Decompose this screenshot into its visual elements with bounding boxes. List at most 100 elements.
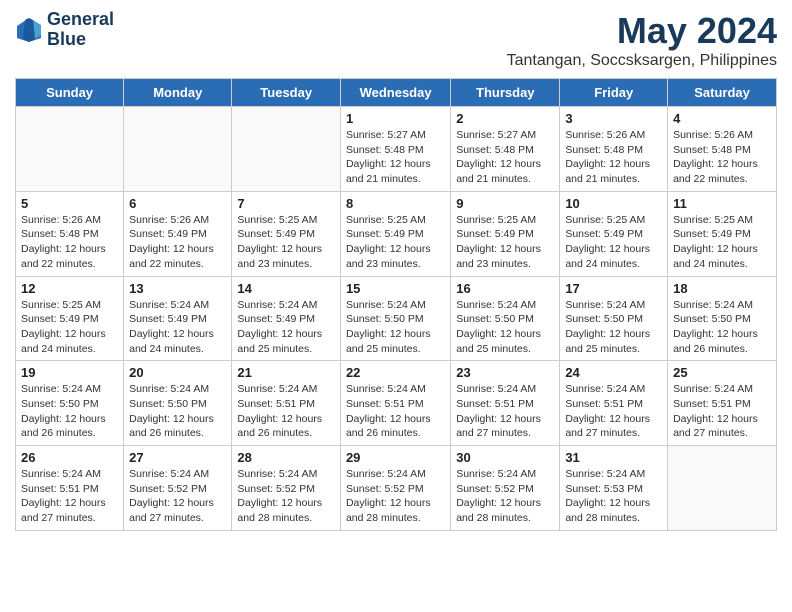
day-header-sunday: Sunday <box>16 79 124 107</box>
day-info: Sunrise: 5:24 AM Sunset: 5:50 PM Dayligh… <box>456 298 554 357</box>
day-info: Sunrise: 5:25 AM Sunset: 5:49 PM Dayligh… <box>673 213 771 272</box>
calendar-cell: 3 Sunrise: 5:26 AM Sunset: 5:48 PM Daylig… <box>560 107 668 192</box>
day-number: 29 <box>346 450 445 465</box>
day-info: Sunrise: 5:24 AM Sunset: 5:51 PM Dayligh… <box>565 382 662 441</box>
week-row-3: 12 Sunrise: 5:25 AM Sunset: 5:49 PM Dayli… <box>16 276 777 361</box>
week-row-5: 26 Sunrise: 5:24 AM Sunset: 5:51 PM Dayli… <box>16 446 777 531</box>
day-number: 24 <box>565 365 662 380</box>
day-info: Sunrise: 5:24 AM Sunset: 5:52 PM Dayligh… <box>237 467 335 526</box>
day-number: 1 <box>346 111 445 126</box>
title-section: May 2024 Tantangan, Soccsksargen, Philip… <box>507 10 777 70</box>
calendar-cell: 30Sunrise: 5:24 AM Sunset: 5:52 PM Dayli… <box>451 446 560 531</box>
day-number: 11 <box>673 196 771 211</box>
day-number: 6 <box>129 196 226 211</box>
day-info: Sunrise: 5:25 AM Sunset: 5:49 PM Dayligh… <box>346 213 445 272</box>
calendar-table: SundayMondayTuesdayWednesdayThursdayFrid… <box>15 78 777 531</box>
week-row-2: 5Sunrise: 5:26 AM Sunset: 5:48 PM Daylig… <box>16 191 777 276</box>
calendar-cell <box>232 107 341 192</box>
day-info: Sunrise: 5:27 AM Sunset: 5:48 PM Dayligh… <box>456 128 554 187</box>
day-number: 3 <box>565 111 662 126</box>
logo-line2: Blue <box>47 30 114 50</box>
calendar-cell <box>668 446 777 531</box>
day-info: Sunrise: 5:24 AM Sunset: 5:51 PM Dayligh… <box>237 382 335 441</box>
day-number: 14 <box>237 281 335 296</box>
calendar-cell: 19 Sunrise: 5:24 AM Sunset: 5:50 PM Dayli… <box>16 361 124 446</box>
day-info: Sunrise: 5:24 AM Sunset: 5:50 PM Dayligh… <box>565 298 662 357</box>
calendar-cell: 8Sunrise: 5:25 AM Sunset: 5:49 PM Daylig… <box>340 191 450 276</box>
day-info: Sunrise: 5:24 AM Sunset: 5:52 PM Dayligh… <box>456 467 554 526</box>
day-header-wednesday: Wednesday <box>340 79 450 107</box>
day-number: 21 <box>237 365 335 380</box>
calendar-cell: 16Sunrise: 5:24 AM Sunset: 5:50 PM Dayli… <box>451 276 560 361</box>
calendar-cell: 22 Sunrise: 5:24 AM Sunset: 5:51 PM Dayli… <box>340 361 450 446</box>
day-info: Sunrise: 5:24 AM Sunset: 5:50 PM Dayligh… <box>346 298 445 357</box>
calendar-cell: 20Sunrise: 5:24 AM Sunset: 5:50 PM Dayli… <box>124 361 232 446</box>
day-header-thursday: Thursday <box>451 79 560 107</box>
calendar-cell: 13 Sunrise: 5:24 AM Sunset: 5:49 PM Dayli… <box>124 276 232 361</box>
day-number: 22 <box>346 365 445 380</box>
calendar-cell: 21 Sunrise: 5:24 AM Sunset: 5:51 PM Dayli… <box>232 361 341 446</box>
calendar-cell: 24 Sunrise: 5:24 AM Sunset: 5:51 PM Dayli… <box>560 361 668 446</box>
day-number: 27 <box>129 450 226 465</box>
calendar-cell: 18 Sunrise: 5:24 AM Sunset: 5:50 PM Dayli… <box>668 276 777 361</box>
page: General Blue May 2024 Tantangan, Soccsks… <box>0 0 792 546</box>
logo: General Blue <box>15 10 114 50</box>
day-number: 18 <box>673 281 771 296</box>
day-number: 25 <box>673 365 771 380</box>
day-info: Sunrise: 5:25 AM Sunset: 5:49 PM Dayligh… <box>565 213 662 272</box>
day-number: 31 <box>565 450 662 465</box>
calendar-cell: 10 Sunrise: 5:25 AM Sunset: 5:49 PM Dayli… <box>560 191 668 276</box>
day-info: Sunrise: 5:24 AM Sunset: 5:49 PM Dayligh… <box>129 298 226 357</box>
calendar-cell: 4 Sunrise: 5:26 AM Sunset: 5:48 PM Daylig… <box>668 107 777 192</box>
day-number: 28 <box>237 450 335 465</box>
day-number: 7 <box>237 196 335 211</box>
calendar-cell: 2 Sunrise: 5:27 AM Sunset: 5:48 PM Daylig… <box>451 107 560 192</box>
calendar-cell: 26 Sunrise: 5:24 AM Sunset: 5:51 PM Dayli… <box>16 446 124 531</box>
calendar-cell: 17 Sunrise: 5:24 AM Sunset: 5:50 PM Dayli… <box>560 276 668 361</box>
day-number: 15 <box>346 281 445 296</box>
day-info: Sunrise: 5:24 AM Sunset: 5:52 PM Dayligh… <box>129 467 226 526</box>
day-info: Sunrise: 5:24 AM Sunset: 5:49 PM Dayligh… <box>237 298 335 357</box>
calendar-cell: 15 Sunrise: 5:24 AM Sunset: 5:50 PM Dayli… <box>340 276 450 361</box>
calendar-cell: 31 Sunrise: 5:24 AM Sunset: 5:53 PM Dayli… <box>560 446 668 531</box>
logo-text: General Blue <box>47 10 114 50</box>
day-number: 13 <box>129 281 226 296</box>
day-info: Sunrise: 5:26 AM Sunset: 5:48 PM Dayligh… <box>565 128 662 187</box>
calendar-cell: 9Sunrise: 5:25 AM Sunset: 5:49 PM Daylig… <box>451 191 560 276</box>
day-header-saturday: Saturday <box>668 79 777 107</box>
day-info: Sunrise: 5:24 AM Sunset: 5:50 PM Dayligh… <box>673 298 771 357</box>
day-info: Sunrise: 5:24 AM Sunset: 5:51 PM Dayligh… <box>21 467 118 526</box>
day-number: 20 <box>129 365 226 380</box>
day-number: 12 <box>21 281 118 296</box>
calendar-cell: 28 Sunrise: 5:24 AM Sunset: 5:52 PM Dayli… <box>232 446 341 531</box>
day-number: 26 <box>21 450 118 465</box>
day-number: 4 <box>673 111 771 126</box>
day-number: 23 <box>456 365 554 380</box>
day-info: Sunrise: 5:27 AM Sunset: 5:48 PM Dayligh… <box>346 128 445 187</box>
calendar-cell: 11 Sunrise: 5:25 AM Sunset: 5:49 PM Dayli… <box>668 191 777 276</box>
calendar-cell <box>124 107 232 192</box>
calendar-cell: 29Sunrise: 5:24 AM Sunset: 5:52 PM Dayli… <box>340 446 450 531</box>
day-number: 10 <box>565 196 662 211</box>
main-title: May 2024 <box>507 10 777 52</box>
day-info: Sunrise: 5:24 AM Sunset: 5:51 PM Dayligh… <box>456 382 554 441</box>
calendar-cell: 6Sunrise: 5:26 AM Sunset: 5:49 PM Daylig… <box>124 191 232 276</box>
day-info: Sunrise: 5:24 AM Sunset: 5:51 PM Dayligh… <box>346 382 445 441</box>
day-info: Sunrise: 5:24 AM Sunset: 5:51 PM Dayligh… <box>673 382 771 441</box>
day-info: Sunrise: 5:25 AM Sunset: 5:49 PM Dayligh… <box>21 298 118 357</box>
day-info: Sunrise: 5:25 AM Sunset: 5:49 PM Dayligh… <box>237 213 335 272</box>
day-info: Sunrise: 5:24 AM Sunset: 5:53 PM Dayligh… <box>565 467 662 526</box>
day-number: 19 <box>21 365 118 380</box>
day-info: Sunrise: 5:24 AM Sunset: 5:50 PM Dayligh… <box>21 382 118 441</box>
calendar-cell: 5Sunrise: 5:26 AM Sunset: 5:48 PM Daylig… <box>16 191 124 276</box>
calendar-cell: 1 Sunrise: 5:27 AM Sunset: 5:48 PM Daylig… <box>340 107 450 192</box>
day-header-tuesday: Tuesday <box>232 79 341 107</box>
calendar-cell: 12 Sunrise: 5:25 AM Sunset: 5:49 PM Dayli… <box>16 276 124 361</box>
week-row-1: 1 Sunrise: 5:27 AM Sunset: 5:48 PM Daylig… <box>16 107 777 192</box>
header: General Blue May 2024 Tantangan, Soccsks… <box>15 10 777 70</box>
day-number: 2 <box>456 111 554 126</box>
day-number: 17 <box>565 281 662 296</box>
logo-line1: General <box>47 10 114 30</box>
day-header-monday: Monday <box>124 79 232 107</box>
day-info: Sunrise: 5:26 AM Sunset: 5:48 PM Dayligh… <box>673 128 771 187</box>
